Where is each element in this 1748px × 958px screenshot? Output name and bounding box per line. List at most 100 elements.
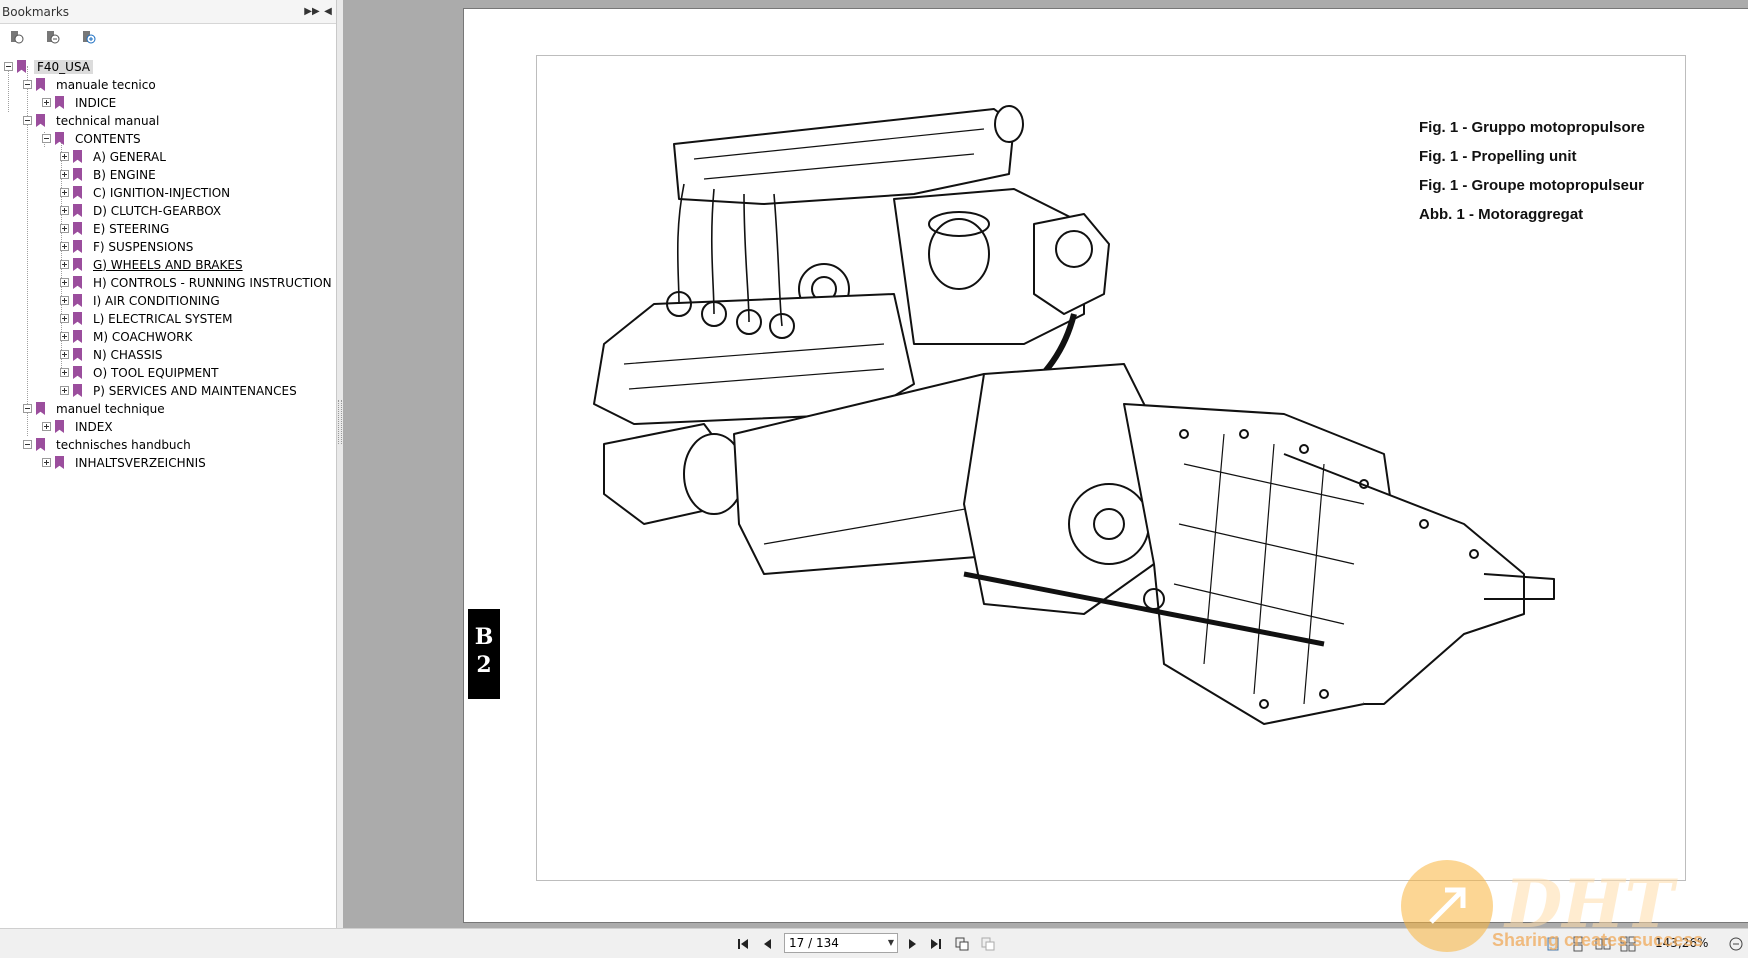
bookmark-item[interactable]: F) SUSPENSIONS (60, 238, 196, 255)
previous-view-icon[interactable] (954, 936, 970, 952)
bookmark-label[interactable]: F) SUSPENSIONS (90, 240, 196, 254)
expand-bookmark-icon[interactable] (8, 29, 24, 45)
bookmark-item[interactable]: I) AIR CONDITIONING (60, 292, 223, 309)
collapse-toggle[interactable] (23, 404, 32, 413)
bookmark-item[interactable]: manuel technique (23, 400, 168, 417)
bookmark-icon (73, 258, 82, 271)
chevron-down-icon[interactable]: ▼ (888, 934, 894, 952)
bookmark-item[interactable]: manuale tecnico (23, 76, 159, 93)
expand-toggle[interactable] (60, 152, 69, 161)
collapse-toggle[interactable] (23, 440, 32, 449)
bookmark-label[interactable]: G) WHEELS AND BRAKES (90, 258, 246, 272)
bookmark-label[interactable]: INDEX (72, 420, 116, 434)
collapse-toggle[interactable] (23, 116, 32, 125)
bookmark-label[interactable]: O) TOOL EQUIPMENT (90, 366, 222, 380)
previous-page-icon[interactable] (760, 936, 776, 952)
bookmark-item[interactable]: INDICE (42, 94, 119, 111)
bookmark-item[interactable]: CONTENTS (42, 130, 144, 147)
expand-toggle[interactable] (60, 224, 69, 233)
bookmark-label[interactable]: manuel technique (53, 402, 168, 416)
bookmark-item[interactable]: B) ENGINE (60, 166, 159, 183)
splitter-grip[interactable] (338, 400, 342, 444)
add-bookmark-icon[interactable] (80, 29, 96, 45)
pdf-viewer-window: Bookmarks ▶▶ ◀ F40_USA manuale tecnico I… (0, 0, 1748, 958)
bookmark-item[interactable]: G) WHEELS AND BRAKES (60, 256, 246, 273)
zoom-level[interactable]: 143,26% (1655, 936, 1708, 950)
next-page-icon[interactable] (904, 936, 920, 952)
bookmark-item[interactable]: A) GENERAL (60, 148, 169, 165)
bookmark-icon (73, 294, 82, 307)
bookmark-item[interactable]: P) SERVICES AND MAINTENANCES (60, 382, 300, 399)
bookmark-label[interactable]: B) ENGINE (90, 168, 159, 182)
bookmark-item[interactable]: INDEX (42, 418, 116, 435)
first-page-icon[interactable] (735, 936, 751, 952)
bookmark-icon (36, 114, 45, 127)
bookmark-label[interactable]: H) CONTROLS - RUNNING INSTRUCTION (90, 276, 335, 290)
bookmark-label[interactable]: F40_USA (34, 59, 94, 74)
bookmark-label[interactable]: INHALTSVERZEICHNIS (72, 456, 209, 470)
bookmark-label[interactable]: L) ELECTRICAL SYSTEM (90, 312, 236, 326)
collapse-panel-icon[interactable]: ◀ (320, 6, 336, 17)
bookmark-label[interactable]: INDICE (72, 96, 119, 110)
expand-toggle[interactable] (60, 368, 69, 377)
expand-toggle[interactable] (60, 386, 69, 395)
section-number: 2 (476, 652, 492, 678)
bookmark-label[interactable]: technisches handbuch (53, 438, 194, 452)
bookmark-label[interactable]: N) CHASSIS (90, 348, 165, 362)
bookmark-item[interactable]: D) CLUTCH-GEARBOX (60, 202, 224, 219)
bookmark-label[interactable]: CONTENTS (72, 132, 144, 146)
expand-toggle[interactable] (60, 188, 69, 197)
bookmark-item[interactable]: O) TOOL EQUIPMENT (60, 364, 222, 381)
collapse-toggle[interactable] (23, 80, 32, 89)
bookmark-item[interactable]: C) IGNITION-INJECTION (60, 184, 233, 201)
expand-toggle[interactable] (60, 296, 69, 305)
document-view[interactable]: B 2 Fig. 1 - Gruppo motopropulsore Fig. … (343, 0, 1748, 928)
expand-toggle[interactable] (42, 422, 51, 431)
bookmark-item[interactable]: technisches handbuch (23, 436, 194, 453)
bookmark-label[interactable]: D) CLUTCH-GEARBOX (90, 204, 224, 218)
expand-toggle[interactable] (42, 98, 51, 107)
bookmark-label[interactable]: technical manual (53, 114, 162, 128)
zoom-out-icon[interactable] (1728, 936, 1744, 952)
expand-toggle[interactable] (60, 260, 69, 269)
collapse-toggle[interactable] (42, 134, 51, 143)
find-bookmark-icon[interactable] (44, 29, 60, 45)
bookmark-label[interactable]: P) SERVICES AND MAINTENANCES (90, 384, 300, 398)
engine-drawing (593, 105, 1555, 725)
continuous-facing-view-icon[interactable] (1620, 936, 1636, 952)
page-number-input[interactable]: 17 / 134 ▼ (784, 933, 898, 953)
bookmark-label[interactable]: A) GENERAL (90, 150, 169, 164)
collapse-toggle[interactable] (4, 62, 13, 71)
bookmark-label[interactable]: manuale tecnico (53, 78, 159, 92)
expand-toggle[interactable] (60, 332, 69, 341)
bookmark-label[interactable]: M) COACHWORK (90, 330, 195, 344)
bookmark-label[interactable]: E) STEERING (90, 222, 172, 236)
bookmark-item[interactable]: F40_USA (4, 58, 94, 75)
expand-toggle[interactable] (60, 206, 69, 215)
bookmarks-panel: Bookmarks ▶▶ ◀ F40_USA manuale tecnico I… (0, 0, 337, 928)
bookmark-item[interactable]: L) ELECTRICAL SYSTEM (60, 310, 236, 327)
expand-toggle[interactable] (60, 314, 69, 323)
section-letter: B (474, 624, 494, 650)
facing-view-icon[interactable] (1595, 936, 1611, 952)
bookmark-icon (36, 438, 45, 451)
bookmark-item[interactable]: E) STEERING (60, 220, 172, 237)
expand-toggle[interactable] (60, 350, 69, 359)
bookmark-label[interactable]: C) IGNITION-INJECTION (90, 186, 233, 200)
expand-toggle[interactable] (60, 170, 69, 179)
last-page-icon[interactable] (928, 936, 944, 952)
bookmark-item[interactable]: H) CONTROLS - RUNNING INSTRUCTION (60, 274, 335, 291)
bookmark-item[interactable]: INHALTSVERZEICHNIS (42, 454, 209, 471)
bookmark-tree: F40_USA manuale tecnico INDICE technical… (0, 50, 336, 910)
expand-toggle[interactable] (60, 278, 69, 287)
expand-toggle[interactable] (60, 242, 69, 251)
expand-toggle[interactable] (42, 458, 51, 467)
bookmark-item[interactable]: M) COACHWORK (60, 328, 195, 345)
bookmark-item[interactable]: N) CHASSIS (60, 346, 165, 363)
bookmark-item[interactable]: technical manual (23, 112, 162, 129)
options-icon[interactable]: ▶▶ (304, 6, 320, 17)
bookmark-label[interactable]: I) AIR CONDITIONING (90, 294, 223, 308)
single-page-view-icon[interactable] (1545, 936, 1561, 952)
next-view-icon[interactable] (980, 936, 996, 952)
continuous-view-icon[interactable] (1570, 936, 1586, 952)
